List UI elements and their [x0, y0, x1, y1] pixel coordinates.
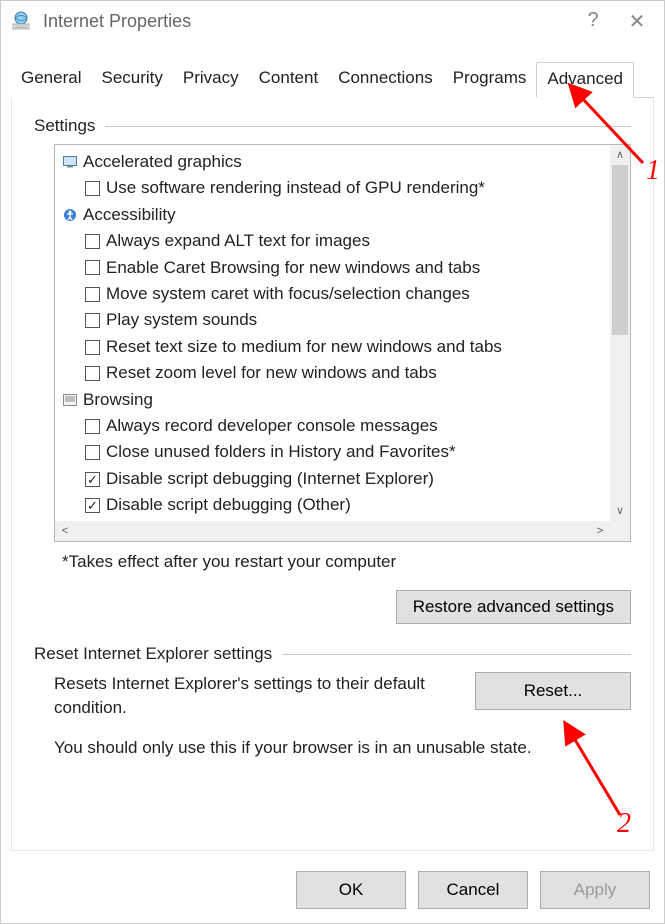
checkbox[interactable] — [85, 472, 100, 487]
setting-item[interactable]: Reset zoom level for new windows and tab… — [63, 360, 630, 386]
setting-label: Use software rendering instead of GPU re… — [106, 175, 485, 201]
titlebar: Internet Properties ? ✕ — [1, 1, 664, 41]
setting-label: Reset text size to medium for new window… — [106, 334, 502, 360]
tab-privacy[interactable]: Privacy — [173, 62, 249, 98]
vertical-scrollbar[interactable]: ∧ ∨ — [610, 145, 630, 521]
setting-item[interactable]: Always record developer console messages — [63, 413, 630, 439]
reset-button[interactable]: Reset... — [475, 672, 631, 710]
tab-content[interactable]: Content — [249, 62, 329, 98]
reset-description: Resets Internet Explorer's settings to t… — [54, 672, 451, 720]
accessibility-icon — [63, 208, 77, 222]
scroll-track[interactable] — [75, 521, 590, 541]
category-row: Accessibility — [63, 202, 630, 228]
setting-item[interactable]: Enable Caret Browsing for new windows an… — [63, 255, 630, 281]
category-row: Browsing — [63, 387, 630, 413]
reset-group-label: Reset Internet Explorer settings — [34, 644, 282, 664]
divider — [105, 126, 631, 127]
setting-item[interactable]: Close unused folders in History and Favo… — [63, 439, 630, 465]
category-label: Accessibility — [83, 202, 176, 228]
checkbox[interactable] — [85, 181, 100, 196]
setting-item[interactable]: Always expand ALT text for images — [63, 228, 630, 254]
checkbox[interactable] — [85, 313, 100, 328]
ok-button[interactable]: OK — [296, 871, 406, 909]
setting-label: Always record developer console messages — [106, 413, 438, 439]
setting-label: Reset zoom level for new windows and tab… — [106, 360, 437, 386]
setting-item[interactable]: Play system sounds — [63, 307, 630, 333]
reset-warning: You should only use this if your browser… — [54, 738, 631, 758]
setting-label: Enable Caret Browsing for new windows an… — [106, 255, 480, 281]
settings-tree[interactable]: Accelerated graphics Use software render… — [55, 145, 630, 521]
dialog-footer: OK Cancel Apply — [1, 861, 664, 923]
accelerated-graphics-icon — [63, 155, 77, 169]
restart-note: *Takes effect after you restart your com… — [62, 552, 631, 572]
tab-content-advanced: Settings Accelerated graphics Use softwa… — [11, 98, 654, 851]
category-label: Accelerated graphics — [83, 149, 242, 175]
checkbox[interactable] — [85, 287, 100, 302]
settings-group-label: Settings — [34, 116, 105, 136]
category-label: Browsing — [83, 387, 153, 413]
checkbox[interactable] — [85, 498, 100, 513]
setting-item[interactable]: Use software rendering instead of GPU re… — [63, 175, 630, 201]
setting-item[interactable]: Disable script debugging (Internet Explo… — [63, 466, 630, 492]
apply-button[interactable]: Apply — [540, 871, 650, 909]
checkbox[interactable] — [85, 419, 100, 434]
tab-programs[interactable]: Programs — [443, 62, 537, 98]
window-controls: ? ✕ — [582, 9, 658, 34]
tab-general[interactable]: General — [11, 62, 91, 98]
tab-connections[interactable]: Connections — [328, 62, 443, 98]
scroll-corner — [610, 521, 630, 541]
setting-label: Close unused folders in History and Favo… — [106, 439, 456, 465]
scroll-right-arrow-icon[interactable]: > — [590, 521, 610, 541]
setting-label: Disable script debugging (Other) — [106, 492, 351, 518]
cancel-button[interactable]: Cancel — [418, 871, 528, 909]
settings-listbox: Accelerated graphics Use software render… — [54, 144, 631, 542]
scroll-up-arrow-icon[interactable]: ∧ — [610, 145, 630, 165]
setting-item[interactable]: Reset text size to medium for new window… — [63, 334, 630, 360]
browsing-icon — [63, 393, 77, 407]
category-row: Accelerated graphics — [63, 149, 630, 175]
scroll-left-arrow-icon[interactable]: < — [55, 521, 75, 541]
setting-label: Disable script debugging (Internet Explo… — [106, 466, 434, 492]
setting-label: Play system sounds — [106, 307, 257, 333]
scroll-down-arrow-icon[interactable]: ∨ — [610, 501, 630, 521]
checkbox[interactable] — [85, 340, 100, 355]
checkbox[interactable] — [85, 445, 100, 460]
scroll-track[interactable] — [610, 165, 630, 501]
checkbox[interactable] — [85, 234, 100, 249]
window-title: Internet Properties — [43, 11, 582, 32]
setting-item[interactable]: Disable script debugging (Other) — [63, 492, 630, 518]
setting-label: Move system caret with focus/selection c… — [106, 281, 470, 307]
tab-bar: General Security Privacy Content Connect… — [11, 41, 654, 98]
setting-label: Always expand ALT text for images — [106, 228, 370, 254]
checkbox[interactable] — [85, 366, 100, 381]
divider — [282, 654, 631, 655]
close-button[interactable]: ✕ — [626, 9, 648, 34]
restore-advanced-settings-button[interactable]: Restore advanced settings — [396, 590, 631, 624]
horizontal-scrollbar[interactable]: < > — [55, 521, 630, 541]
checkbox[interactable] — [85, 260, 100, 275]
internet-options-icon — [9, 9, 33, 33]
setting-item[interactable]: Move system caret with focus/selection c… — [63, 281, 630, 307]
tab-security[interactable]: Security — [91, 62, 172, 98]
scroll-thumb[interactable] — [612, 165, 628, 335]
tab-advanced[interactable]: Advanced — [536, 62, 634, 98]
help-button[interactable]: ? — [582, 9, 604, 34]
internet-properties-dialog: Internet Properties ? ✕ General Security… — [0, 0, 665, 924]
